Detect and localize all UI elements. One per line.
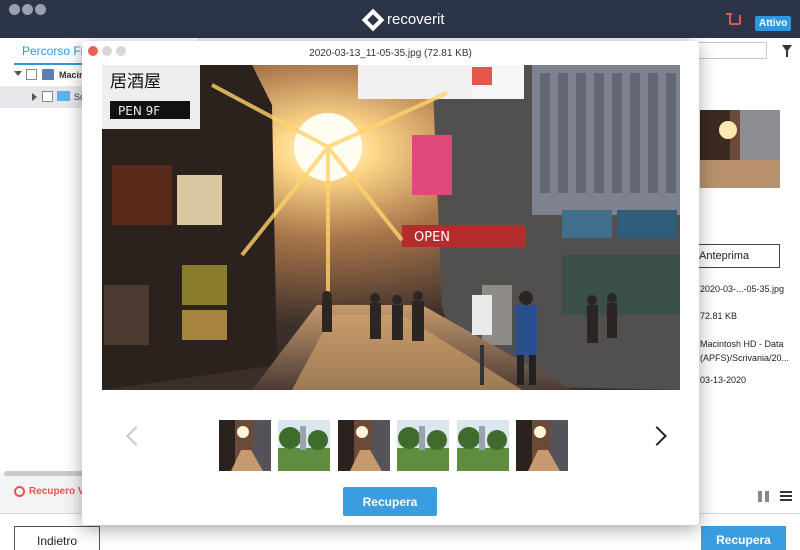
detail-filename: 2020-03-...-05-35.jpg [700, 284, 785, 294]
chevron-right-icon[interactable] [32, 93, 37, 101]
tree-checkbox[interactable] [26, 69, 37, 80]
video-recovery-label: Recupero Vi [29, 486, 88, 497]
next-image-button[interactable] [647, 426, 667, 446]
zoom-window-icon[interactable] [35, 4, 46, 15]
status-badge[interactable]: Attivo [755, 16, 792, 31]
thumbnail[interactable] [278, 420, 330, 471]
drive-icon [42, 69, 54, 80]
recover-button[interactable]: Recupera [701, 526, 786, 550]
preview-modal: 2020-03-13_11-05-35.jpg (72.81 KB) 居酒屋 P… [82, 41, 699, 525]
brand: recoverit [361, 8, 445, 31]
thumbnail[interactable] [397, 420, 449, 471]
preview-title: 2020-03-13_11-05-35.jpg (72.81 KB) [309, 48, 472, 59]
list-view-icon[interactable] [780, 491, 792, 502]
thumbnail[interactable] [338, 420, 390, 471]
file-thumbnail [700, 110, 780, 188]
minimize-window-icon[interactable] [22, 4, 33, 15]
recover-preview-button[interactable]: Recupera [343, 487, 437, 516]
app-titlebar: recoverit Attivo [0, 0, 800, 38]
grid-view-icon[interactable] [758, 491, 769, 502]
detail-path: Macintosh HD - Data (APFS)/Scrivania/20.… [700, 339, 790, 363]
thumbnail[interactable] [516, 420, 568, 471]
preview-button[interactable]: Anteprima [688, 244, 780, 268]
photo-sign-open: OPEN [414, 230, 450, 245]
video-repair-icon [14, 486, 25, 497]
preview-image: 居酒屋 PEN 9F OPEN [102, 65, 680, 390]
thumbnail[interactable] [457, 420, 509, 471]
folder-icon [57, 91, 70, 101]
thumbnail[interactable] [219, 420, 271, 471]
tree-label: Macin [59, 70, 85, 80]
recoverit-logo-icon [361, 8, 385, 31]
svg-text:PEN 9F: PEN 9F [118, 104, 160, 118]
svg-text:居酒屋: 居酒屋 [110, 72, 161, 92]
back-button[interactable]: Indietro [14, 526, 100, 550]
detail-size: 72.81 KB [700, 311, 738, 321]
tree-checkbox[interactable] [42, 91, 53, 102]
detail-date: 03-13-2020 [700, 375, 747, 385]
brand-name: recoverit [387, 11, 445, 28]
details-panel [690, 38, 800, 513]
previous-image-button[interactable] [126, 426, 146, 446]
chevron-down-icon[interactable] [14, 71, 22, 76]
video-recovery-link[interactable]: Recupero Vi [14, 486, 87, 497]
close-window-icon[interactable] [9, 4, 20, 15]
filter-icon[interactable] [782, 45, 792, 57]
cart-icon[interactable] [726, 13, 741, 25]
